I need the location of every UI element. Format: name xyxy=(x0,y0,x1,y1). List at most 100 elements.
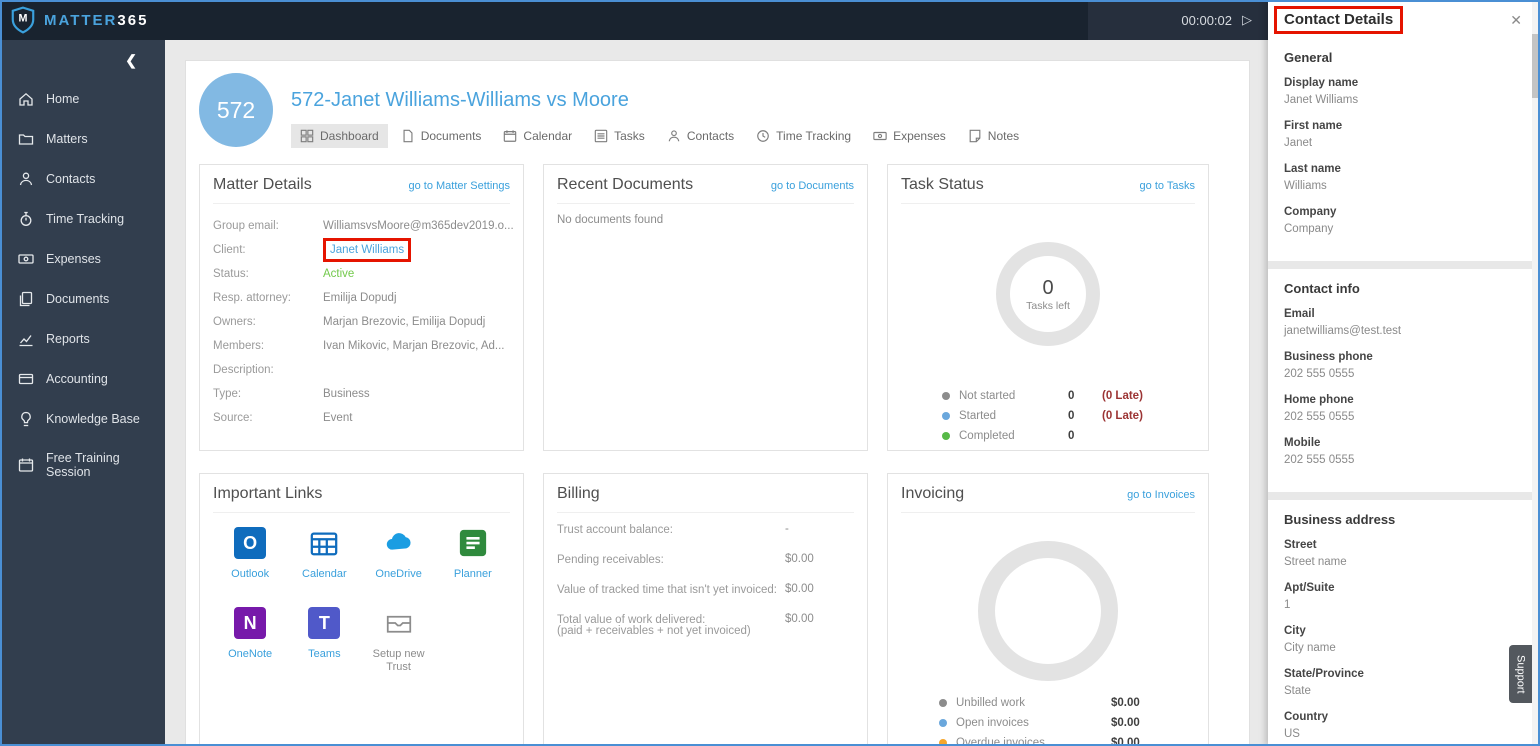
tab-tasks[interactable]: Tasks xyxy=(585,124,654,148)
banknote-icon xyxy=(18,251,34,267)
card-title: Task Status xyxy=(901,176,984,193)
open-invoices-dot xyxy=(939,719,947,727)
link-onedrive[interactable]: OneDrive xyxy=(362,527,436,581)
contact-panel-body: General Display name Janet Williams First… xyxy=(1268,38,1540,746)
tab-dashboard[interactable]: Dashboard xyxy=(291,124,388,148)
tab-contacts[interactable]: Contacts xyxy=(658,124,743,148)
legend-row: Unbilled work $0.00 xyxy=(939,693,1157,713)
link-onenote[interactable]: N OneNote xyxy=(213,607,287,674)
contact-details-panel: Contact Details ✕ General Display name Ja… xyxy=(1268,0,1540,746)
person-icon xyxy=(18,171,34,187)
clock-icon xyxy=(757,130,769,142)
sidebar-item-label: Free Training Session xyxy=(46,451,120,479)
legend-row: Open invoices $0.00 xyxy=(939,713,1157,733)
go-to-documents-link[interactable]: go to Documents xyxy=(771,180,854,192)
sidebar-item-contacts[interactable]: Contacts xyxy=(0,159,165,199)
sidebar-item-time-tracking[interactable]: Time Tracking xyxy=(0,199,165,239)
tasks-left-count: 0 xyxy=(1042,276,1054,299)
matter-tabs: Dashboard Documents Calendar Tasks Conta… xyxy=(291,124,1028,148)
svg-text:M: M xyxy=(19,13,28,25)
play-icon[interactable]: ▷ xyxy=(1242,12,1252,28)
sidebar-item-knowledge-base[interactable]: Knowledge Base xyxy=(0,399,165,439)
matter-dashboard: 572 572-Janet Williams-Williams vs Moore… xyxy=(185,60,1250,746)
support-tab[interactable]: Support xyxy=(1509,645,1532,703)
calendar-icon xyxy=(18,457,34,473)
sidebar-item-label: Documents xyxy=(46,292,110,306)
sidebar-item-accounting[interactable]: Accounting xyxy=(0,359,165,399)
folder-icon xyxy=(18,131,34,147)
timer-value: 00:00:02 xyxy=(1181,12,1232,28)
sidebar-item-home[interactable]: Home xyxy=(0,79,165,119)
legend-row: Started 0 (0 Late) xyxy=(942,406,1154,426)
stopwatch-icon xyxy=(18,211,34,227)
link-calendar[interactable]: Calendar xyxy=(287,527,361,581)
home-icon xyxy=(18,91,34,107)
not-started-dot xyxy=(942,392,950,400)
sidebar-item-free-training[interactable]: Free Training Session xyxy=(0,439,165,491)
completed-dot xyxy=(942,432,950,440)
main-area: 572 572-Janet Williams-Williams vs Moore… xyxy=(165,40,1268,746)
go-to-matter-settings-link[interactable]: go to Matter Settings xyxy=(409,180,511,192)
sidebar-item-label: Home xyxy=(46,92,80,106)
recent-documents-card: Recent Documents go to Documents No docu… xyxy=(543,164,868,451)
sidebar-item-label: Accounting xyxy=(46,372,108,386)
teams-icon: T xyxy=(308,607,341,639)
brand-text: MATTER365 xyxy=(44,11,149,29)
sidebar-item-matters[interactable]: Matters xyxy=(0,119,165,159)
client-annotation-box: Janet Williams xyxy=(323,238,412,262)
sidebar-item-label: Contacts xyxy=(46,172,96,186)
onenote-icon: N xyxy=(234,607,267,639)
matter-details-card: Matter Details go to Matter Settings Gro… xyxy=(199,164,524,451)
tab-expenses[interactable]: Expenses xyxy=(864,124,955,148)
tab-time-tracking[interactable]: Time Tracking xyxy=(747,124,860,148)
sidebar-item-expenses[interactable]: Expenses xyxy=(0,239,165,279)
person-icon xyxy=(668,130,680,142)
contact-panel-title: Contact Details xyxy=(1284,11,1394,28)
legend-row: Overdue invoices $0.00 xyxy=(939,733,1157,746)
task-status-card: Task Status go to Tasks 0 Tasks left Not… xyxy=(887,164,1209,451)
link-outlook[interactable]: O Outlook xyxy=(213,527,287,581)
sidebar-item-reports[interactable]: Reports xyxy=(0,319,165,359)
title-annotation-box: Contact Details xyxy=(1274,6,1404,34)
panel-scrollbar[interactable] xyxy=(1532,0,1540,746)
section-business-address: Business address Street Street name Apt/S… xyxy=(1268,500,1532,746)
sidebar: ❮ Home Matters Contacts Time Tracking Ex… xyxy=(0,40,165,746)
section-contact-info: Contact info Email janetwilliams@test.tes… xyxy=(1268,269,1532,492)
sidebar-item-documents[interactable]: Documents xyxy=(0,279,165,319)
overdue-invoices-dot xyxy=(939,739,947,746)
invoicing-card: Invoicing go to Invoices Unbilled work $0… xyxy=(887,473,1209,746)
shield-logo-icon: M xyxy=(10,6,36,34)
banknote-icon xyxy=(873,131,887,141)
client-link[interactable]: Janet Williams xyxy=(330,244,404,256)
link-planner[interactable]: Planner xyxy=(436,527,510,581)
planner-icon xyxy=(457,527,489,559)
scrollbar-thumb[interactable] xyxy=(1532,34,1540,98)
go-to-invoices-link[interactable]: go to Invoices xyxy=(1127,489,1195,501)
status-badge: Active xyxy=(323,268,355,280)
onedrive-icon xyxy=(383,527,415,559)
close-icon[interactable]: ✕ xyxy=(1510,12,1522,29)
sidebar-collapse-button[interactable]: ❮ xyxy=(0,40,165,79)
tab-calendar[interactable]: Calendar xyxy=(494,124,581,148)
go-to-tasks-link[interactable]: go to Tasks xyxy=(1140,180,1195,192)
tasks-icon xyxy=(594,129,608,143)
section-general: General Display name Janet Williams First… xyxy=(1268,38,1532,261)
card-title: Matter Details xyxy=(213,176,312,193)
important-links-card: Important Links O Outlook Calendar OneDr… xyxy=(199,473,524,746)
card-title: Invoicing xyxy=(901,485,965,502)
tab-notes[interactable]: Notes xyxy=(959,124,1028,148)
invoicing-donut-chart xyxy=(978,541,1118,681)
topbar: M MATTER365 00:00:02 ▷ xyxy=(0,0,1268,40)
card-title: Billing xyxy=(557,485,600,502)
calendar-app-icon xyxy=(308,527,340,559)
link-teams[interactable]: T Teams xyxy=(287,607,361,674)
started-dot xyxy=(942,412,950,420)
tab-documents[interactable]: Documents xyxy=(392,124,491,148)
no-documents-text: No documents found xyxy=(557,214,664,226)
sidebar-item-label: Expenses xyxy=(46,252,101,266)
note-icon xyxy=(969,129,981,143)
link-setup-new-trust[interactable]: Setup new Trust xyxy=(362,607,436,674)
card-title: Important Links xyxy=(213,485,323,502)
sidebar-item-label: Matters xyxy=(46,132,88,146)
timer[interactable]: 00:00:02 ▷ xyxy=(1088,0,1268,40)
